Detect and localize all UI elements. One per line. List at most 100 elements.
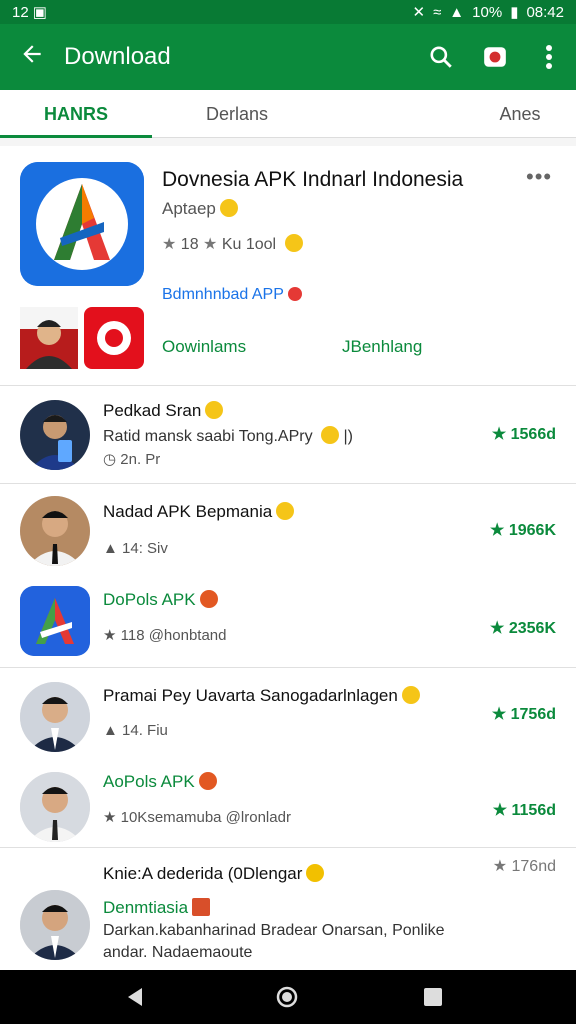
star-icon: ★ bbox=[491, 426, 507, 443]
emoji-icon bbox=[401, 686, 420, 704]
item-title: Pramai Pey Uavarta Sanogadarlnlagen bbox=[103, 686, 420, 706]
item-description: Ratid mansk saabi Tong.APry |) bbox=[103, 426, 353, 446]
item-size-text: 1756d bbox=[510, 706, 556, 723]
item-title: Denmtiasia bbox=[103, 898, 211, 918]
item-size-text: 1566d bbox=[510, 426, 556, 443]
more-vert-icon[interactable] bbox=[522, 44, 576, 70]
screenshot-thumbnail[interactable] bbox=[84, 307, 144, 369]
list-card: Pramai Pey Uavarta Sanogadarlnlagen ▲ 14… bbox=[0, 668, 576, 848]
list-item[interactable]: DoPols APK ★ 118 @honbtand ★ 2356K bbox=[0, 576, 576, 668]
item-title-text: Pedkad Sran bbox=[103, 401, 202, 420]
list-item[interactable]: Nadad APK Bepmania ▲ 14: Siv ★ 1966K bbox=[0, 484, 576, 576]
wifi-icon: ≈ bbox=[433, 3, 442, 21]
star-icon: ★ bbox=[490, 620, 505, 637]
item-size: ★ 1566d bbox=[492, 424, 556, 444]
featured-card[interactable]: Dovnesia APK Indnarl Indonesia ••• Aptae… bbox=[0, 146, 576, 386]
status-clock: 08:42 bbox=[526, 3, 564, 21]
emoji-icon bbox=[321, 426, 340, 444]
item-meta-text: 14. Fiu bbox=[122, 722, 168, 739]
list-item[interactable]: Pramai Pey Uavarta Sanogadarlnlagen ▲ 14… bbox=[0, 668, 576, 758]
notification-icon: ▣ bbox=[32, 4, 47, 21]
download-app-link-text: Bdmnhnbad APP bbox=[162, 286, 284, 303]
featured-rating: ★ 18 ★ Ku 1ool bbox=[162, 234, 303, 254]
list-card: Pedkad Sran Ratid mansk saabi Tong.APry … bbox=[0, 386, 576, 484]
status-bar: 12 ▣ ✕ ≈ ▲ 10% ▮ 08:42 bbox=[0, 0, 576, 24]
search-button[interactable] bbox=[414, 44, 468, 70]
search-icon bbox=[430, 46, 452, 68]
list-item[interactable]: AoPols APK ★ 10Ksemamuba @lronladr ★ 115… bbox=[0, 758, 576, 848]
item-title-text: Pramai Pey Uavarta Sanogadarlnlagen bbox=[103, 686, 398, 705]
downloads-button[interactable]: Oowinlams bbox=[162, 337, 246, 357]
featured-title: Dovnesia APK Indnarl Indonesia bbox=[162, 168, 464, 191]
open-button[interactable]: JBenhlang bbox=[342, 337, 422, 357]
star-icon: ★ bbox=[103, 627, 117, 644]
list-card: Knie:A dederida (0Dlengar Denmtiasia Dar… bbox=[0, 848, 576, 970]
item-title: DoPols APK bbox=[103, 590, 218, 610]
app-logo-icon bbox=[20, 162, 144, 286]
flag-button[interactable] bbox=[468, 44, 522, 70]
item-size: ★ 176nd bbox=[493, 856, 556, 876]
emoji-icon bbox=[198, 772, 217, 790]
thumb-icon: ▲ bbox=[103, 722, 118, 739]
featured-subtitle: Aptaep bbox=[162, 199, 238, 219]
item-description-line2: andar. Nadaemaoute bbox=[103, 944, 253, 961]
thumb-icon: ▲ bbox=[103, 540, 118, 557]
item-description-tail: |) bbox=[343, 428, 353, 445]
item-size: ★ 1756d bbox=[492, 704, 556, 724]
item-meta: ▲ 14: Siv bbox=[103, 540, 168, 557]
star-icon: ★ bbox=[103, 809, 117, 826]
item-meta: ◷ 2n. Pr bbox=[103, 450, 160, 468]
item-size-text: 1156d bbox=[511, 802, 556, 819]
list-item[interactable]: Pedkad Sran Ratid mansk saabi Tong.APry … bbox=[0, 386, 576, 484]
avatar bbox=[20, 400, 90, 470]
avatar bbox=[20, 682, 90, 752]
item-title-text: AoPols APK bbox=[103, 772, 195, 791]
rating-extra: Ku 1ool bbox=[221, 236, 277, 253]
more-horiz-icon[interactable]: ••• bbox=[526, 164, 552, 190]
back-arrow-icon[interactable] bbox=[0, 41, 64, 74]
sun-icon bbox=[306, 864, 325, 882]
tab-derlans[interactable]: Derlans bbox=[182, 90, 292, 138]
back-icon[interactable] bbox=[105, 970, 165, 1024]
star-icon: ★ bbox=[490, 522, 505, 539]
item-size: ★ 2356K bbox=[490, 618, 556, 638]
home-icon[interactable] bbox=[257, 970, 317, 1024]
app-bar: Download bbox=[0, 24, 576, 90]
item-meta: ★ 118 @honbtand bbox=[103, 626, 227, 644]
item-meta-text: 2n. Pr bbox=[120, 451, 161, 468]
screenshot-thumbnail[interactable] bbox=[20, 307, 78, 369]
tab-anes[interactable]: Anes bbox=[480, 90, 560, 138]
item-size-text: 176nd bbox=[511, 858, 557, 875]
item-title: Nadad APK Bepmania bbox=[103, 502, 295, 522]
tab-bar: HANRS Derlans Anes bbox=[0, 90, 576, 138]
recents-icon[interactable] bbox=[403, 970, 463, 1024]
bluetooth-icon: ✕ bbox=[412, 4, 426, 21]
download-app-link[interactable]: Bdmnhnbad APP bbox=[162, 286, 302, 304]
star-icon: ★ bbox=[162, 236, 177, 253]
clock-icon: ◷ bbox=[103, 451, 117, 468]
avatar bbox=[20, 772, 90, 842]
item-meta: ★ 10Ksemamuba @lronladr bbox=[103, 808, 291, 826]
tab-hanrs[interactable]: HANRS bbox=[0, 90, 152, 138]
star-icon: ★ bbox=[492, 802, 508, 819]
item-meta: ▲ 14. Fiu bbox=[103, 722, 168, 739]
item-description: Darkan.kabanharinad Bradear Onarsan, Pon… bbox=[103, 922, 445, 939]
item-description-text: Ratid mansk saabi Tong.APry bbox=[103, 428, 313, 445]
item-meta-text: 10Ksemamuba @lronladr bbox=[120, 809, 291, 826]
item-title: AoPols APK bbox=[103, 772, 217, 792]
list-item[interactable]: Denmtiasia Darkan.kabanharinad Bradear O… bbox=[0, 858, 576, 970]
item-size: ★ 1966K bbox=[490, 520, 556, 540]
item-title-text: DoPols APK bbox=[103, 590, 196, 609]
section-header: Knie:A dederida (0Dlengar bbox=[103, 864, 325, 884]
item-title-text: Denmtiasia bbox=[103, 898, 189, 917]
emoji-icon bbox=[205, 401, 224, 419]
battery-text: 10% bbox=[472, 3, 503, 21]
rating-value: 18 bbox=[180, 236, 199, 253]
star-icon: ★ bbox=[491, 706, 507, 723]
avatar bbox=[20, 890, 90, 960]
system-nav-bar bbox=[0, 970, 576, 1024]
featured-subtitle-text: Aptaep bbox=[162, 199, 216, 218]
tab-indicator bbox=[0, 135, 152, 138]
item-size-text: 1966K bbox=[508, 522, 556, 539]
status-right: ✕ ≈ ▲ 10% ▮ 08:42 bbox=[412, 3, 564, 22]
